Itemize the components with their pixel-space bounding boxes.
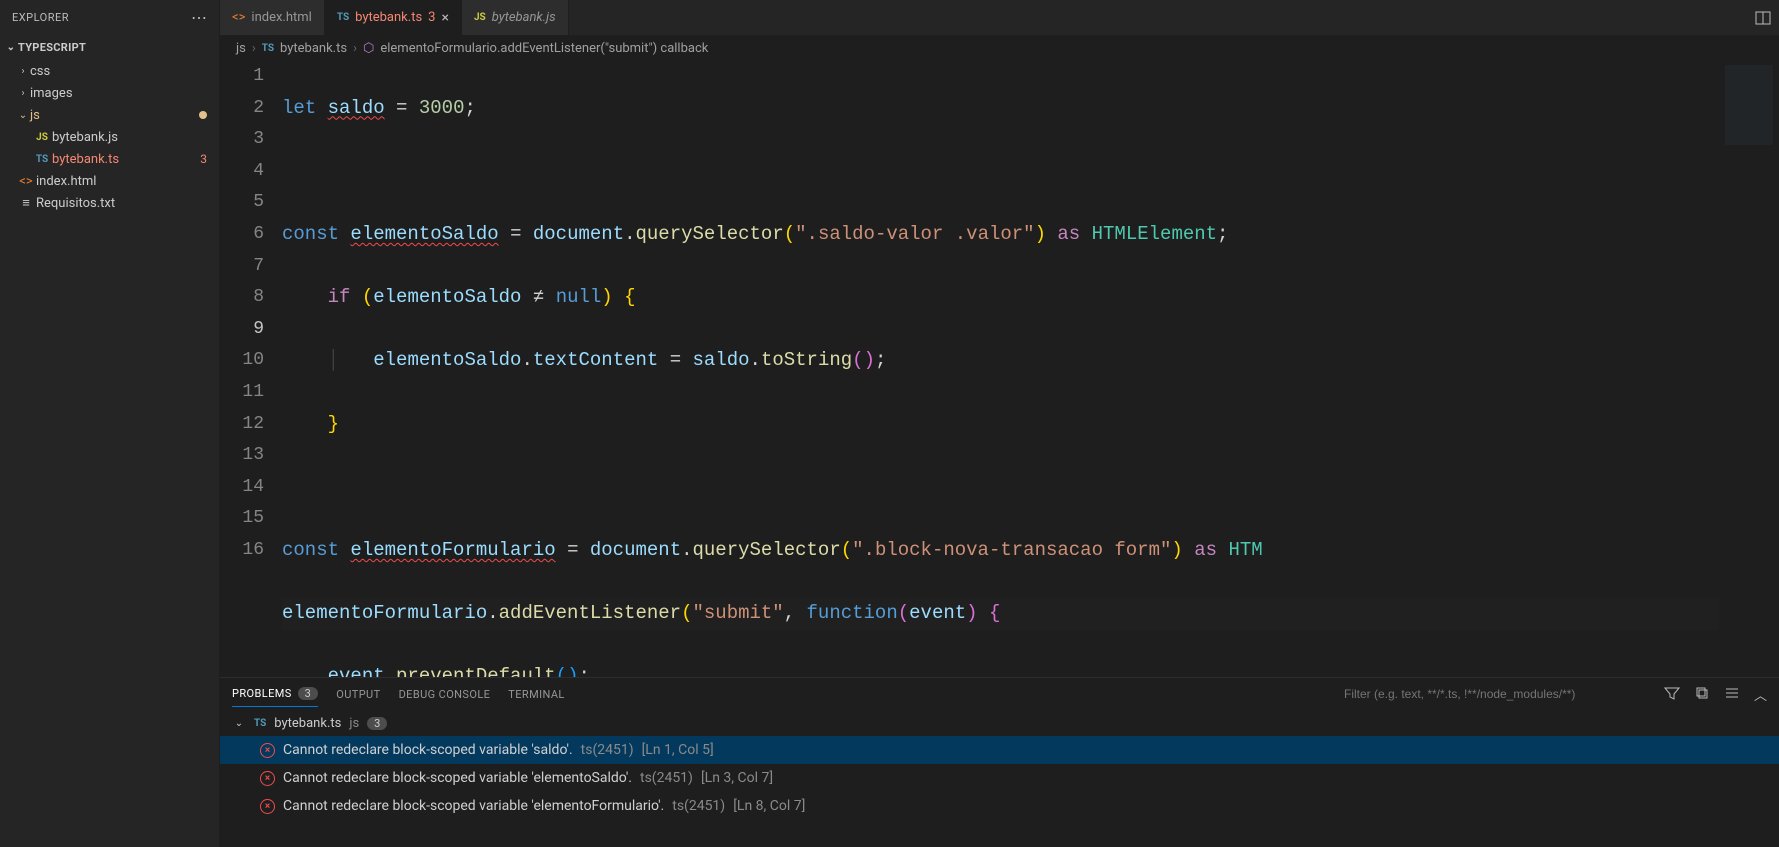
txt-file-icon: ≡ bbox=[16, 195, 36, 211]
explorer-sidebar: EXPLORER ⋯ ⌄ TYPESCRIPT › css › images ⌄… bbox=[0, 0, 220, 847]
js-file-icon: JS bbox=[474, 12, 486, 23]
html-file-icon: <> bbox=[232, 10, 245, 25]
file-bytebank-ts[interactable]: TS bytebank.ts 3 bbox=[0, 148, 219, 170]
error-count-badge: 3 bbox=[200, 152, 207, 166]
problems-filter-input[interactable] bbox=[1336, 683, 1646, 705]
more-actions-icon[interactable]: ⋯ bbox=[191, 8, 207, 27]
error-icon: × bbox=[260, 743, 275, 758]
js-file-icon: JS bbox=[32, 132, 52, 143]
problems-file-path: js bbox=[349, 716, 359, 731]
chevron-right-icon: › bbox=[252, 41, 256, 56]
close-icon[interactable]: × bbox=[441, 10, 448, 26]
problems-file-group[interactable]: ⌄ TS bytebank.ts js 3 bbox=[220, 710, 1779, 736]
panel-tabs: PROBLEMS 3 OUTPUT DEBUG CONSOLE TERMINAL… bbox=[220, 678, 1779, 710]
breadcrumb-symbol[interactable]: elementoFormulario.addEventListener("sub… bbox=[380, 41, 708, 56]
html-file-icon: <> bbox=[16, 174, 36, 189]
ts-file-icon: TS bbox=[32, 154, 52, 165]
folder-css[interactable]: › css bbox=[0, 60, 219, 82]
code-content[interactable]: let saldo = 3000; const elementoSaldo = … bbox=[282, 61, 1719, 677]
file-problems-count: 3 bbox=[367, 717, 387, 730]
editor-actions bbox=[1747, 0, 1779, 35]
view-as-list-icon[interactable] bbox=[1724, 685, 1740, 704]
tab-bytebank-js[interactable]: JS bytebank.js bbox=[462, 0, 569, 35]
problems-count-badge: 3 bbox=[298, 687, 319, 700]
explorer-header: EXPLORER ⋯ bbox=[0, 0, 219, 35]
tab-index-html[interactable]: <> index.html bbox=[220, 0, 325, 35]
line-gutter: 12345678910111213141516 bbox=[220, 61, 282, 677]
problem-location: [Ln 1, Col 5] bbox=[642, 742, 714, 758]
problems-file-name: bytebank.ts bbox=[274, 716, 341, 731]
breadcrumb-folder[interactable]: js bbox=[236, 41, 246, 56]
section-header[interactable]: ⌄ TYPESCRIPT bbox=[0, 35, 219, 60]
chevron-right-icon: › bbox=[16, 88, 30, 99]
ts-file-icon: TS bbox=[337, 12, 349, 23]
tab-terminal[interactable]: TERMINAL bbox=[508, 682, 564, 707]
file-requisitos-txt[interactable]: ≡ Requisitos.txt bbox=[0, 192, 219, 214]
problem-item[interactable]: × Cannot redeclare block-scoped variable… bbox=[220, 736, 1779, 764]
chevron-down-icon: ⌄ bbox=[4, 42, 18, 53]
bottom-panel: PROBLEMS 3 OUTPUT DEBUG CONSOLE TERMINAL… bbox=[220, 677, 1779, 847]
folder-js[interactable]: ⌄ js bbox=[0, 104, 219, 126]
problem-location: [Ln 3, Col 7] bbox=[701, 770, 773, 786]
code-editor[interactable]: 12345678910111213141516 let saldo = 3000… bbox=[220, 61, 1779, 677]
tab-debug-console[interactable]: DEBUG CONSOLE bbox=[399, 682, 491, 707]
chevron-right-icon: › bbox=[16, 66, 30, 77]
error-icon: × bbox=[260, 771, 275, 786]
modified-dot-icon bbox=[199, 111, 207, 119]
filter-icon[interactable] bbox=[1664, 685, 1680, 704]
ts-file-icon: TS bbox=[254, 718, 266, 729]
file-bytebank-js[interactable]: JS bytebank.js bbox=[0, 126, 219, 148]
problem-message: Cannot redeclare block-scoped variable '… bbox=[283, 742, 573, 758]
file-tree: › css › images ⌄ js JS bytebank.js TS by… bbox=[0, 60, 219, 847]
split-editor-icon[interactable] bbox=[1755, 10, 1771, 26]
problem-code: ts(2451) bbox=[640, 770, 693, 786]
breadcrumb[interactable]: js › TS bytebank.ts › ⬡ elementoFormular… bbox=[220, 35, 1779, 61]
error-icon: × bbox=[260, 799, 275, 814]
breadcrumb-file[interactable]: bytebank.ts bbox=[280, 41, 347, 56]
ts-file-icon: TS bbox=[262, 43, 274, 54]
problem-message: Cannot redeclare block-scoped variable '… bbox=[283, 770, 632, 786]
file-index-html[interactable]: <> index.html bbox=[0, 170, 219, 192]
problem-code: ts(2451) bbox=[581, 742, 634, 758]
tab-bar: <> index.html TS bytebank.ts 3 × JS byte… bbox=[220, 0, 1779, 35]
problem-message: Cannot redeclare block-scoped variable '… bbox=[283, 798, 664, 814]
method-icon: ⬡ bbox=[363, 41, 374, 56]
problems-list: ⌄ TS bytebank.ts js 3 × Cannot redeclare… bbox=[220, 710, 1779, 847]
tab-bytebank-ts[interactable]: TS bytebank.ts 3 × bbox=[325, 0, 462, 35]
tab-output[interactable]: OUTPUT bbox=[336, 682, 380, 707]
problem-item[interactable]: × Cannot redeclare block-scoped variable… bbox=[220, 792, 1779, 820]
minimap[interactable] bbox=[1719, 61, 1779, 677]
problem-location: [Ln 8, Col 7] bbox=[733, 798, 805, 814]
section-title: TYPESCRIPT bbox=[18, 41, 86, 54]
explorer-title: EXPLORER bbox=[12, 11, 69, 24]
chevron-right-icon: › bbox=[353, 41, 357, 56]
chevron-down-icon: ⌄ bbox=[16, 110, 30, 121]
editor-area: <> index.html TS bytebank.ts 3 × JS byte… bbox=[220, 0, 1779, 847]
problem-item[interactable]: × Cannot redeclare block-scoped variable… bbox=[220, 764, 1779, 792]
collapse-all-icon[interactable] bbox=[1694, 685, 1710, 704]
tab-problems[interactable]: PROBLEMS 3 bbox=[232, 681, 318, 707]
folder-images[interactable]: › images bbox=[0, 82, 219, 104]
tab-error-count: 3 bbox=[428, 10, 435, 25]
problem-code: ts(2451) bbox=[672, 798, 725, 814]
chevron-down-icon: ⌄ bbox=[232, 718, 246, 729]
chevron-up-icon[interactable]: ︿ bbox=[1754, 685, 1767, 704]
